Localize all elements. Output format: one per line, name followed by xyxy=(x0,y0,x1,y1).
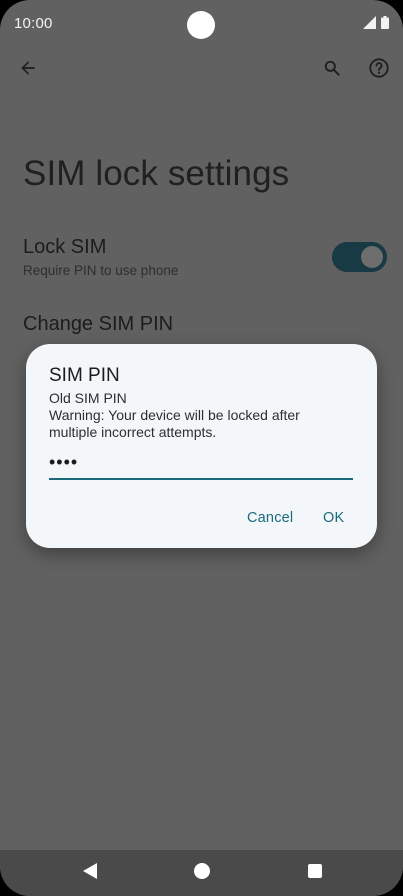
nav-home-button[interactable] xyxy=(192,862,212,885)
nav-recents-button[interactable] xyxy=(305,863,325,883)
help-button[interactable] xyxy=(363,54,395,86)
camera-cutout xyxy=(187,11,215,39)
signal-icon xyxy=(363,16,376,34)
square-recents-icon xyxy=(307,863,323,884)
lock-sim-summary: Require PIN to use phone xyxy=(23,263,179,278)
ok-button[interactable]: OK xyxy=(323,510,344,526)
page-title: SIM lock settings xyxy=(23,154,290,193)
status-icons xyxy=(363,16,389,34)
triangle-back-icon xyxy=(82,862,98,885)
dialog-title: SIM PIN xyxy=(49,365,120,386)
search-icon xyxy=(322,58,342,83)
arrow-back-icon xyxy=(18,58,38,83)
cancel-button[interactable]: Cancel xyxy=(247,510,293,526)
lock-sim-toggle[interactable] xyxy=(332,242,387,272)
dialog-field-label: Old SIM PIN xyxy=(49,390,127,406)
sim-pin-dialog: SIM PIN Old SIM PIN Warning: Your device… xyxy=(26,344,377,548)
toggle-knob xyxy=(361,246,383,268)
status-bar: 10:00 xyxy=(0,0,403,48)
help-icon xyxy=(368,57,390,84)
battery-icon xyxy=(381,16,389,34)
back-button[interactable] xyxy=(12,54,44,86)
status-time: 10:00 xyxy=(14,15,53,32)
change-sim-pin-item[interactable]: Change SIM PIN xyxy=(23,313,173,336)
navigation-bar xyxy=(0,850,403,896)
search-button[interactable] xyxy=(316,54,348,86)
dialog-warning: Warning: Your device will be locked afte… xyxy=(49,407,300,440)
phone-screen: 10:00 SIM lock settings Lock SIM Require… xyxy=(0,0,403,896)
app-bar xyxy=(0,52,403,92)
lock-sim-title: Lock SIM xyxy=(23,236,107,258)
pin-input[interactable]: •••• xyxy=(49,450,353,480)
nav-back-button[interactable] xyxy=(80,862,100,885)
circle-home-icon xyxy=(193,862,211,885)
